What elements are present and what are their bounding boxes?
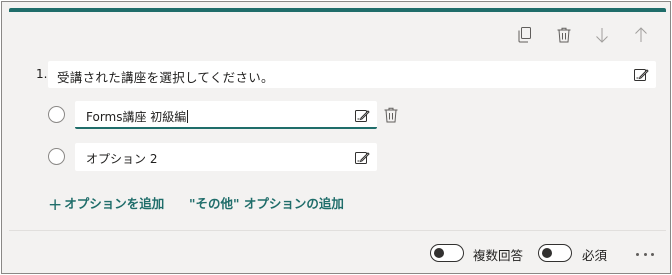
option-radio[interactable] [48, 106, 65, 123]
trash-icon[interactable] [553, 24, 575, 46]
text-caret [187, 110, 189, 123]
delete-option-trash-icon[interactable] [383, 107, 399, 123]
option-input[interactable]: オプション 2 [75, 143, 377, 171]
add-other-option-button[interactable]: "その他" オプションの追加 [189, 193, 344, 212]
option-radio[interactable] [48, 148, 65, 165]
add-option-label: オプションを追加 [64, 196, 165, 211]
add-option-button[interactable]: + オプションを追加 [48, 193, 164, 215]
plus-icon: + [48, 195, 63, 215]
question-title-field[interactable]: 受講された講座を選択してください。 [48, 61, 656, 88]
footer-divider [9, 230, 666, 231]
required-label: 必須 [582, 248, 608, 263]
rich-text-edit-icon[interactable] [633, 66, 649, 82]
required-toggle[interactable] [538, 244, 572, 262]
toggle-knob [434, 248, 444, 258]
arrow-up-icon[interactable] [630, 24, 652, 46]
option-text: Forms講座 初級編 [86, 110, 189, 124]
card-accent-bar [9, 8, 666, 12]
question-title-text: 受講された講座を選択してください。 [57, 70, 274, 85]
question-row: 1. 受講された講座を選択してください。 [36, 61, 656, 88]
question-card: 1. 受講された講座を選択してください。 Forms講座 初級編 オプション 2… [1, 1, 671, 274]
question-number: 1. [36, 67, 48, 81]
multiple-answers-label: 複数回答 [473, 248, 524, 263]
copy-icon[interactable] [514, 24, 536, 46]
toggle-knob [542, 248, 552, 258]
add-other-option-label: "その他" オプションの追加 [189, 196, 344, 211]
rich-text-edit-icon[interactable] [354, 107, 370, 123]
option-input[interactable]: Forms講座 初級編 [75, 101, 377, 129]
rich-text-edit-icon[interactable] [354, 149, 370, 165]
option-text: オプション 2 [86, 152, 158, 166]
arrow-down-icon[interactable] [591, 24, 613, 46]
more-options-icon[interactable] [636, 251, 654, 257]
multiple-answers-toggle[interactable] [430, 244, 464, 262]
